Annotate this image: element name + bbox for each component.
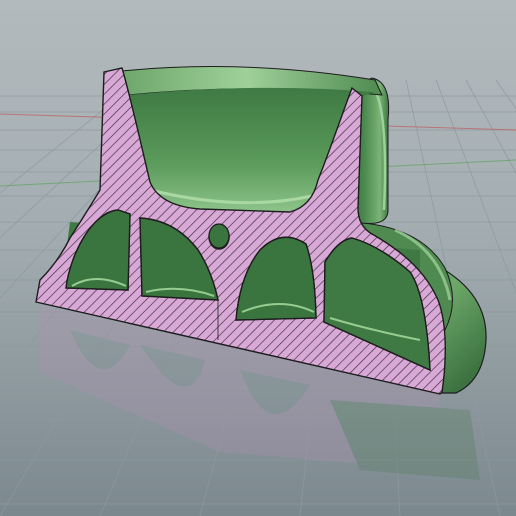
3d-viewport[interactable] — [0, 0, 516, 516]
bolt-hole — [208, 223, 230, 249]
viewport-canvas[interactable] — [0, 0, 516, 516]
